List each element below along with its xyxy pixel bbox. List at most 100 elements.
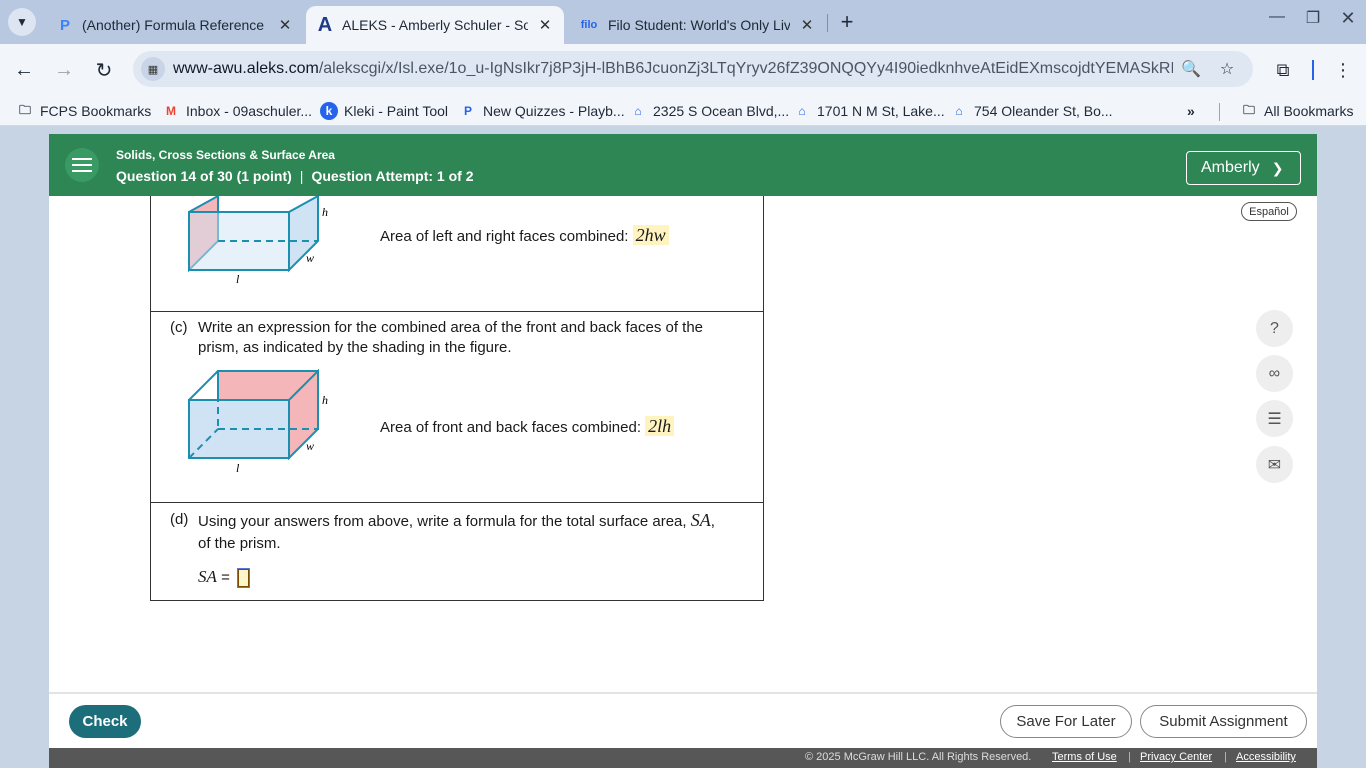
close-icon[interactable]: ✕	[276, 16, 294, 34]
tab-label: ALEKS - Amberly Schuler - Solids	[342, 17, 528, 33]
prism-figure-front-back: h w l	[188, 369, 328, 475]
part-b-label: Area of left and right faces combined:	[380, 228, 629, 245]
tab-filo[interactable]: filo Filo Student: World's Only Live Ins…	[568, 6, 826, 44]
reload-button[interactable]: ↻	[90, 56, 118, 84]
dim-w-label: w	[306, 251, 314, 265]
sa-answer-input[interactable]	[237, 568, 250, 589]
readspeaker-button[interactable]: ∞	[1256, 355, 1293, 392]
part-c-tag: (c)	[170, 319, 188, 336]
help-button[interactable]: ?	[1256, 310, 1293, 347]
part-c-line-1: Write an expression for the combined are…	[198, 319, 704, 336]
bookmark-label: All Bookmarks	[1264, 103, 1354, 119]
bookmark-zillow-3[interactable]: ⌂ 754 Oleander St, Bo...	[950, 101, 1113, 121]
folder-icon: 🗀	[1242, 102, 1255, 117]
url-path: /alekscgi/x/Isl.exe/1o_u-IgNsIkr7j8P3jH-…	[318, 60, 1173, 77]
espanol-button[interactable]: Español	[1241, 202, 1297, 221]
dim-h-label: h	[322, 393, 328, 407]
tab-formula-reference[interactable]: P (Another) Formula Reference Sheet ✕	[46, 6, 304, 44]
close-window-button[interactable]: ✕	[1333, 8, 1363, 29]
part-c-answer[interactable]: 2lh	[645, 416, 675, 436]
tab-label: (Another) Formula Reference Sheet	[82, 17, 268, 33]
plus-icon: +	[840, 9, 854, 34]
folder-icon: 🗀	[18, 102, 31, 117]
bookmark-label: New Quizzes - Playb...	[483, 103, 625, 119]
reload-icon: ↻	[95, 59, 113, 82]
bookmark-kleki[interactable]: k Kleki - Paint Tool	[320, 101, 448, 121]
privacy-link[interactable]: Privacy Center	[1140, 751, 1212, 763]
url-text[interactable]: www-awu.aleks.com/alekscgi/x/Isl.exe/1o_…	[173, 60, 1173, 78]
filo-icon: filo	[580, 19, 598, 31]
bookmark-star-icon[interactable]: ☆	[1216, 58, 1238, 80]
answer-editor-button[interactable]: ☰	[1256, 400, 1293, 437]
tab-separator	[827, 14, 828, 32]
part-c-label: Area of front and back faces combined:	[380, 419, 641, 436]
page-footer: © 2025 McGraw Hill LLC. All Rights Reser…	[49, 748, 1317, 768]
equals-sign: =	[221, 569, 230, 586]
browser-toolbar: ← → ↻ ▦ www-awu.aleks.com/alekscgi/x/Isl…	[0, 44, 1366, 96]
prism-figure-left-right: h w l	[188, 196, 328, 286]
tab-bar: ▼ P (Another) Formula Reference Sheet ✕ …	[0, 0, 1366, 44]
question-info: Question 14 of 30 (1 point) | Question Att…	[116, 168, 473, 184]
hamburger-menu-button[interactable]	[65, 148, 99, 182]
chevron-double-right-icon: »	[1187, 103, 1195, 119]
message-button[interactable]: ✉	[1256, 446, 1293, 483]
bookmark-fcps[interactable]: 🗀 FCPS Bookmarks	[16, 101, 151, 121]
check-button[interactable]: Check	[69, 705, 141, 738]
restore-button[interactable]: ❐	[1298, 8, 1328, 28]
dim-h-label: h	[322, 205, 328, 219]
attempt-info: Question Attempt: 1 of 2	[311, 168, 474, 184]
topic-title: Solids, Cross Sections & Surface Area	[116, 148, 335, 162]
bookmark-zillow-2[interactable]: ⌂ 1701 N M St, Lake...	[793, 101, 945, 121]
sa-prefix: SA	[198, 567, 217, 586]
bookmark-label: 754 Oleander St, Bo...	[974, 103, 1113, 119]
bookmark-label: 1701 N M St, Lake...	[817, 103, 945, 119]
forward-button[interactable]: →	[50, 56, 78, 84]
tab-search-button[interactable]: ▼	[8, 8, 36, 36]
part-d-prompt: Using your answers from above, write a f…	[198, 510, 758, 554]
bookmark-quizizz[interactable]: P New Quizzes - Playb...	[459, 101, 625, 121]
bookmark-gmail[interactable]: M Inbox - 09aschuler...	[162, 101, 312, 121]
envelope-icon: ✉	[1267, 456, 1282, 474]
profile-divider	[1312, 60, 1316, 80]
extensions-icon[interactable]: ⧉	[1270, 57, 1296, 83]
pear-deck-icon: P	[59, 16, 70, 34]
new-tab-button[interactable]: +	[834, 9, 860, 35]
save-for-later-button[interactable]: Save For Later	[1000, 705, 1132, 738]
sa-symbol: SA	[690, 510, 711, 530]
back-button[interactable]: ←	[10, 56, 38, 84]
bookmark-zillow-1[interactable]: ⌂ 2325 S Ocean Blvd,...	[629, 101, 789, 121]
separator: |	[1224, 751, 1227, 763]
quizizz-icon: P	[463, 104, 472, 118]
bookmark-label: Kleki - Paint Tool	[344, 103, 449, 119]
part-d-line-2: of the prism.	[198, 535, 281, 552]
shaded-front-face	[188, 399, 290, 459]
zillow-icon: ⌂	[798, 104, 806, 118]
tab-aleks[interactable]: A ALEKS - Amberly Schuler - Solids ✕	[306, 6, 564, 44]
separator: |	[1128, 751, 1131, 763]
part-b-answer[interactable]: 2hw	[632, 225, 669, 245]
all-bookmarks-folder[interactable]: 🗀 All Bookmarks	[1240, 101, 1353, 121]
submit-assignment-button[interactable]: Submit Assignment	[1140, 705, 1307, 738]
part-d-line-1: Using your answers from above, write a f…	[198, 510, 758, 532]
close-icon[interactable]: ✕	[536, 16, 554, 34]
more-bookmarks-button[interactable]: »	[1187, 101, 1195, 121]
user-name: Amberly	[1201, 159, 1260, 176]
arrow-right-icon: →	[54, 58, 74, 81]
zillow-icon: ⌂	[955, 104, 963, 118]
dim-w-label: w	[306, 439, 314, 453]
part-b-result: Area of left and right faces combined: 2…	[380, 225, 669, 247]
more-menu-icon[interactable]: ⋮	[1330, 57, 1356, 83]
site-info-icon[interactable]: ▦	[141, 57, 165, 81]
kleki-icon: k	[320, 102, 338, 120]
question-number: Question 14 of 30 (1 point)	[116, 168, 292, 184]
accessibility-link[interactable]: Accessibility	[1236, 751, 1296, 763]
user-menu-button[interactable]: Amberly ❯	[1186, 151, 1301, 185]
bookmark-label: FCPS Bookmarks	[40, 103, 152, 119]
bookmark-label: 2325 S Ocean Blvd,...	[653, 103, 790, 119]
terms-link[interactable]: Terms of Use	[1052, 751, 1117, 763]
address-bar[interactable]: ▦ www-awu.aleks.com/alekscgi/x/Isl.exe/1…	[133, 51, 1253, 87]
zoom-icon[interactable]: 🔍	[1180, 58, 1202, 80]
front-face-outline	[188, 211, 290, 271]
minimize-button[interactable]: —	[1262, 8, 1292, 26]
close-icon[interactable]: ✕	[798, 16, 816, 34]
